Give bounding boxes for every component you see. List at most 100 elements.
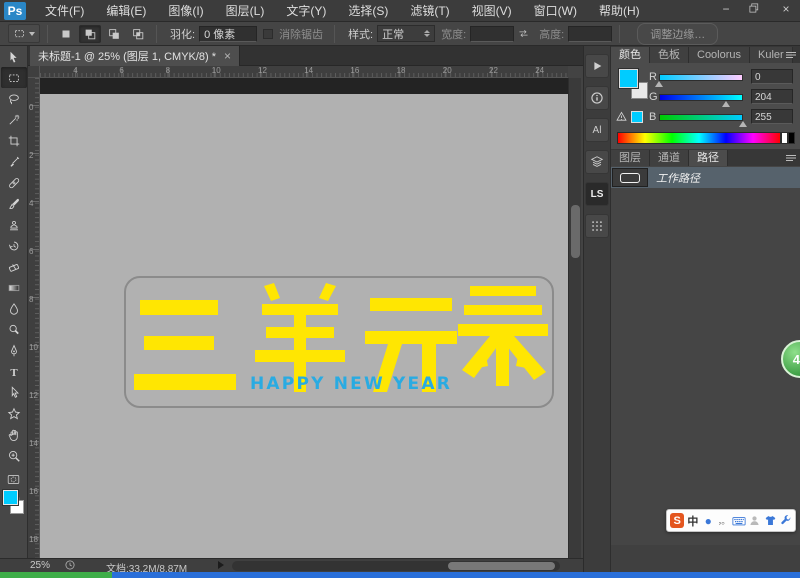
punctuation-toggle-icon[interactable]: ，。 [717,513,730,529]
color-panel-menu-icon[interactable] [785,50,797,60]
menu-item-7[interactable]: 视图(V) [461,0,523,22]
gamut-warning[interactable] [615,110,643,123]
mode-subtract-from-selection[interactable] [103,25,125,43]
horizontal-scroll-thumb[interactable] [448,562,555,570]
sogou-logo-icon[interactable]: S [670,513,684,528]
chinese-mode-icon[interactable]: 中 [686,513,699,529]
tool-path-selection-icon[interactable] [1,382,27,403]
mode-new-selection[interactable] [55,25,77,43]
ai-panel-icon[interactable]: Al [585,118,609,142]
width-input[interactable] [470,26,514,42]
user-profile-icon[interactable] [748,513,761,529]
minimize-button[interactable]: − [718,2,734,16]
tool-preset-picker[interactable] [8,24,40,43]
quick-mask-button[interactable] [1,470,27,488]
value-B[interactable]: 255 [751,109,793,124]
menu-item-3[interactable]: 图层(L) [215,0,276,22]
start-button-strip[interactable] [0,572,112,578]
tab-图层[interactable]: 图层 [611,150,650,166]
menu-item-8[interactable]: 窗口(W) [523,0,588,22]
soft-keyboard-icon[interactable] [732,513,746,529]
tab-路径[interactable]: 路径 [689,150,728,166]
paths-panel-menu-icon[interactable] [785,153,797,163]
tool-blur-icon[interactable] [1,298,27,319]
tool-move-icon[interactable] [1,46,27,67]
slider-handle-R[interactable] [655,81,663,87]
color-spectrum-ramp[interactable] [617,132,781,144]
antialias-label: 消除锯齿 [279,26,323,42]
tool-brush-icon[interactable] [1,193,27,214]
tool-hand-icon[interactable] [1,424,27,445]
tool-magic-wand-icon[interactable] [1,109,27,130]
style-select[interactable]: 正常 [377,25,435,42]
toolbox-icon[interactable] [779,513,792,529]
menu-item-1[interactable]: 编辑(E) [95,0,157,22]
skin-icon[interactable] [763,513,776,529]
gamut-chip[interactable] [631,111,643,123]
tab-颜色[interactable]: 颜色 [611,47,650,63]
feather-input[interactable] [199,26,257,42]
menu-item-9[interactable]: 帮助(H) [588,0,651,22]
slider-track-B[interactable] [659,114,743,121]
slider-track-G[interactable] [659,94,743,101]
tool-type-icon[interactable]: T [1,361,27,382]
tool-eraser-icon[interactable] [1,256,27,277]
vruler-tick: 14 [29,439,38,448]
tool-gradient-icon[interactable] [1,277,27,298]
status-flyout-arrow[interactable] [218,561,224,569]
panel-foreground-swatch[interactable] [619,69,638,88]
slider-handle-G[interactable] [722,101,730,107]
tool-eyedropper-icon[interactable] [1,151,27,172]
swap-width-height-icon[interactable] [517,27,530,40]
menu-item-5[interactable]: 选择(S) [337,0,399,22]
layer-styles-panel-icon[interactable]: LS [585,182,609,206]
mode-intersect-selection[interactable] [127,25,149,43]
tool-rectangular-marquee-icon[interactable] [1,67,27,88]
tool-dodge-icon[interactable] [1,319,27,340]
slider-handle-B[interactable] [739,121,747,127]
tab-色板[interactable]: 色板 [650,47,689,63]
tool-crop-icon[interactable] [1,130,27,151]
spectrum-black-swatch[interactable] [788,132,795,144]
value-R[interactable]: 0 [751,69,793,84]
patterns-panel-icon[interactable] [585,214,609,238]
tool-lasso-icon[interactable] [1,88,27,109]
refine-edge-button[interactable]: 调整边缘… [637,23,718,45]
fullwidth-toggle-icon[interactable]: ● [702,513,715,529]
close-button[interactable]: × [778,2,794,16]
tab-Coolorus[interactable]: Coolorus [689,47,750,63]
spectrum-white-swatch[interactable] [781,132,788,144]
menu-item-0[interactable]: 文件(F) [34,0,95,22]
tool-spot-healing-brush-icon[interactable] [1,172,27,193]
antialias-checkbox[interactable] [263,29,273,39]
document-tab[interactable]: 未标题-1 @ 25% (图层 1, CMYK/8) * × [30,46,240,66]
vertical-scroll-thumb[interactable] [571,205,580,258]
tab-通道[interactable]: 通道 [650,150,689,166]
menu-item-6[interactable]: 滤镜(T) [399,0,460,22]
tool-history-brush-icon[interactable] [1,235,27,256]
menu-item-2[interactable]: 图像(I) [157,0,214,22]
mode-add-to-selection[interactable] [79,25,101,43]
ruler-origin-corner[interactable] [28,66,40,78]
menu-item-4[interactable]: 文字(Y) [275,0,337,22]
options-bar: 羽化: 消除锯齿 样式: 正常 宽度: 高度: 调整边缘… [0,22,800,46]
tool-clone-stamp-icon[interactable] [1,214,27,235]
actions-panel-icon[interactable] [585,54,609,78]
zoom-level[interactable]: 25% [30,560,50,571]
canvas-document[interactable]: 三羊开泰 HAPPY NEW YEAR [40,78,568,558]
value-G[interactable]: 204 [751,89,793,104]
vertical-scrollbar[interactable] [568,78,581,558]
work-path-row[interactable]: 工作路径 [611,167,800,188]
hruler-tick: 6 [119,66,123,75]
layer-comps-panel-icon[interactable] [585,150,609,174]
slider-track-R[interactable] [659,74,743,81]
height-input[interactable] [568,26,612,42]
tool-custom-shape-icon[interactable] [1,403,27,424]
horizontal-scrollbar[interactable] [232,561,560,571]
tool-zoom-icon[interactable] [1,445,27,466]
info-panel-icon[interactable] [585,86,609,110]
foreground-color-swatch[interactable] [3,490,18,505]
tool-pen-icon[interactable] [1,340,27,361]
restore-button[interactable] [748,2,764,16]
tab-close-icon[interactable]: × [224,49,231,63]
